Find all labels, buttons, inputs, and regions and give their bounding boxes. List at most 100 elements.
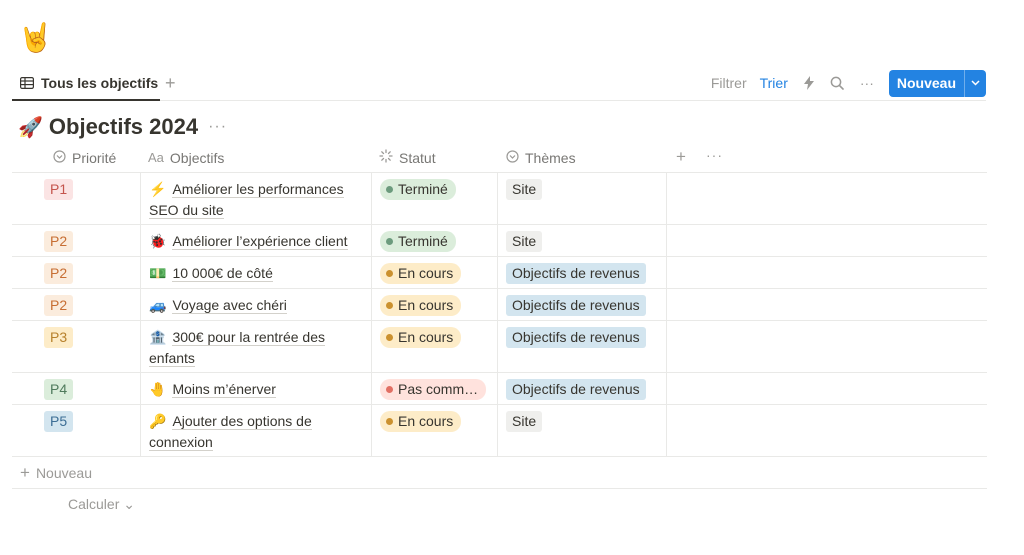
empty-cell[interactable]: [666, 173, 987, 224]
status-cell[interactable]: En cours: [371, 321, 497, 372]
goal-cell[interactable]: 💵 10 000€ de côté: [140, 257, 371, 288]
goal-title[interactable]: 10 000€ de côté: [172, 265, 273, 282]
priority-tag: P5: [44, 411, 74, 432]
priority-cell[interactable]: P2: [12, 225, 140, 256]
theme-cell[interactable]: Objectifs de revenus: [497, 289, 666, 320]
column-status-label: Statut: [399, 149, 436, 166]
goal-emoji-icon: 💵: [149, 265, 167, 281]
status-cell[interactable]: En cours: [371, 405, 497, 456]
status-badge: En cours: [380, 295, 462, 316]
status-badge: En cours: [380, 263, 462, 284]
empty-cell[interactable]: [666, 225, 987, 256]
status-icon: [379, 149, 393, 166]
goal-title[interactable]: Voyage avec chéri: [172, 297, 287, 314]
status-label: En cours: [398, 413, 454, 429]
text-property-icon: Aa: [148, 150, 164, 165]
status-badge: Terminé: [380, 179, 456, 200]
priority-cell[interactable]: P3: [12, 321, 140, 372]
chevron-down-icon[interactable]: [965, 77, 986, 89]
theme-tag: Objectifs de revenus: [506, 327, 646, 348]
table-icon: [20, 76, 34, 89]
theme-cell[interactable]: Objectifs de revenus: [497, 373, 666, 404]
table-row[interactable]: P2 💵 10 000€ de côté En cours Objectifs de r…: [12, 257, 987, 289]
column-themes-label: Thèmes: [525, 149, 576, 166]
status-label: En cours: [398, 329, 454, 345]
priority-cell[interactable]: P5: [12, 405, 140, 456]
add-view-button[interactable]: +: [165, 73, 176, 93]
priority-tag: P1: [44, 179, 74, 200]
priority-cell[interactable]: P4: [12, 373, 140, 404]
goal-cell[interactable]: 🐞 Améliorer l’expérience client: [140, 225, 371, 256]
filter-button[interactable]: Filtrer: [711, 75, 747, 91]
add-column-button[interactable]: +: [676, 147, 686, 167]
goal-cell[interactable]: 🤚 Moins m’énerver: [140, 373, 371, 404]
column-themes[interactable]: Thèmes: [497, 142, 666, 173]
empty-cell[interactable]: [666, 405, 987, 456]
status-cell[interactable]: En cours: [371, 257, 497, 288]
add-row-button[interactable]: + Nouveau: [12, 458, 987, 489]
goal-cell[interactable]: ⚡ Améliorer les performances SEO du site: [140, 173, 371, 224]
calculate-button[interactable]: Calculer ⌄: [68, 496, 135, 513]
theme-cell[interactable]: Objectifs de revenus: [497, 321, 666, 372]
status-badge: En cours: [380, 327, 462, 348]
status-dot-icon: [386, 270, 393, 277]
table-row[interactable]: P2 🐞 Améliorer l’expérience client Terminé S…: [12, 225, 987, 257]
new-button[interactable]: Nouveau: [888, 69, 986, 97]
goal-emoji-icon: 🤚: [149, 381, 167, 397]
theme-cell[interactable]: Objectifs de revenus: [497, 257, 666, 288]
column-status[interactable]: Statut: [371, 142, 497, 173]
goal-title[interactable]: Améliorer l’expérience client: [172, 233, 348, 250]
table-row[interactable]: P5 🔑 Ajouter des options de connexion En co…: [12, 405, 987, 457]
table-row[interactable]: P2 🚙 Voyage avec chéri En cours Objectifs de…: [12, 289, 987, 321]
status-label: Pas comm…: [398, 381, 479, 397]
status-dot-icon: [386, 334, 393, 341]
tab-all-goals[interactable]: Tous les objectifs: [12, 66, 160, 101]
empty-cell[interactable]: [666, 321, 987, 372]
new-button-label[interactable]: Nouveau: [889, 75, 964, 91]
status-cell[interactable]: Terminé: [371, 225, 497, 256]
status-dot-icon: [386, 386, 393, 393]
empty-cell[interactable]: [666, 257, 987, 288]
column-more-icon[interactable]: ···: [706, 147, 723, 163]
automation-icon[interactable]: [801, 75, 817, 91]
column-goals[interactable]: Aa Objectifs: [140, 142, 371, 173]
empty-cell[interactable]: [666, 373, 987, 404]
goal-emoji-icon: 🐞: [149, 233, 167, 249]
goal-emoji-icon: ⚡: [149, 181, 167, 197]
goal-title[interactable]: 300€ pour la rentrée des enfants: [149, 329, 325, 367]
database-title-text[interactable]: Objectifs 2024: [49, 114, 198, 140]
goal-cell[interactable]: 🏦 300€ pour la rentrée des enfants: [140, 321, 371, 372]
theme-cell[interactable]: Site: [497, 173, 666, 224]
goal-cell[interactable]: 🔑 Ajouter des options de connexion: [140, 405, 371, 456]
theme-tag: Site: [506, 179, 543, 200]
add-row-label: Nouveau: [35, 465, 92, 481]
database-more-icon[interactable]: ···: [208, 118, 227, 136]
theme-cell[interactable]: Site: [497, 225, 666, 256]
column-goals-label: Objectifs: [169, 149, 225, 166]
theme-cell[interactable]: Site: [497, 405, 666, 456]
more-icon[interactable]: ···: [857, 75, 877, 91]
rocket-icon: 🚀: [18, 116, 43, 139]
status-cell[interactable]: En cours: [371, 289, 497, 320]
goal-title[interactable]: Moins m’énerver: [172, 381, 276, 398]
sort-button[interactable]: Trier: [760, 75, 788, 91]
priority-cell[interactable]: P2: [12, 289, 140, 320]
table-row[interactable]: P4 🤚 Moins m’énerver Pas comm… Objectifs de …: [12, 373, 987, 405]
status-dot-icon: [386, 418, 393, 425]
theme-tag: Objectifs de revenus: [506, 379, 646, 400]
plus-icon: +: [20, 463, 30, 482]
search-icon[interactable]: [829, 75, 845, 91]
table-row[interactable]: P1 ⚡ Améliorer les performances SEO du sit…: [12, 173, 987, 225]
table-row[interactable]: P3 🏦 300€ pour la rentrée des enfants En co…: [12, 321, 987, 373]
page-icon[interactable]: 🤘: [18, 20, 53, 56]
column-priority[interactable]: Priorité: [12, 142, 140, 173]
status-cell[interactable]: Terminé: [371, 173, 497, 224]
goal-cell[interactable]: 🚙 Voyage avec chéri: [140, 289, 371, 320]
status-cell[interactable]: Pas comm…: [371, 373, 497, 404]
goal-title[interactable]: Ajouter des options de connexion: [149, 413, 312, 451]
tab-label: Tous les objectifs: [41, 74, 159, 91]
priority-cell[interactable]: P1: [12, 173, 140, 224]
empty-cell[interactable]: [666, 289, 987, 320]
goal-title[interactable]: Améliorer les performances SEO du site: [149, 181, 344, 219]
priority-cell[interactable]: P2: [12, 257, 140, 288]
